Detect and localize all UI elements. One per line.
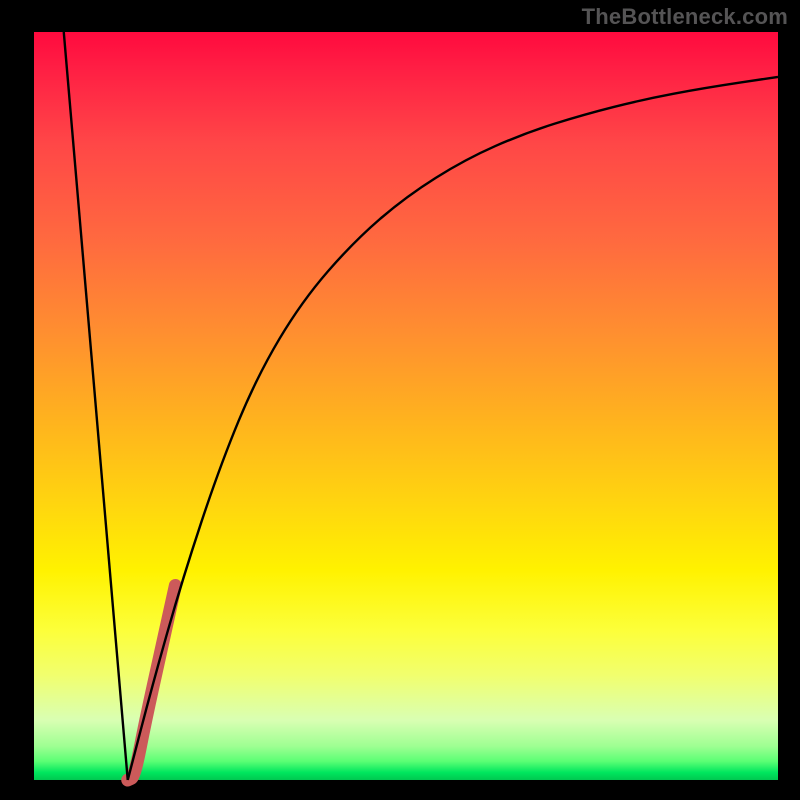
chart-svg <box>34 32 778 780</box>
left-descent-line <box>64 32 128 780</box>
watermark-text: TheBottleneck.com <box>582 4 788 30</box>
chart-frame: TheBottleneck.com <box>0 0 800 800</box>
plot-area <box>34 32 778 780</box>
right-curve-line <box>128 77 778 780</box>
